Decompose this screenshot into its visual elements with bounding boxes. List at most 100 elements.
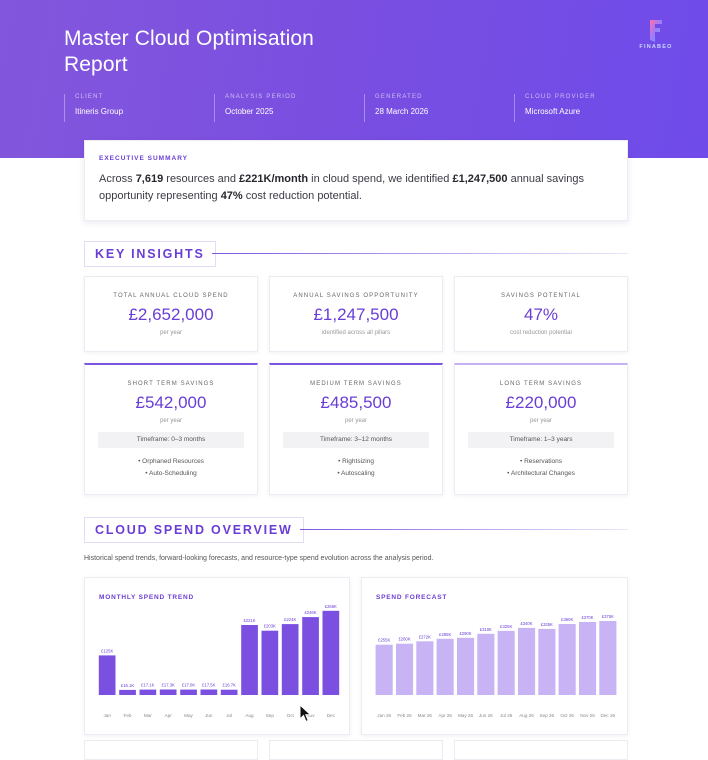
meta-label: CLIENT	[75, 94, 104, 100]
card-label: SAVINGS POTENTIAL	[501, 293, 581, 299]
bar-value-label: £255K	[378, 638, 390, 643]
x-tick-label: Mar 26	[418, 713, 433, 718]
chart-bar	[538, 628, 556, 695]
meta-cloud-provider: CLOUD PROVIDER Microsoft Azure	[514, 94, 664, 122]
x-tick-label: Apr 26	[438, 713, 452, 718]
bar-value-label: £335K	[541, 622, 553, 627]
annual-savings: £1,247,500	[452, 173, 508, 185]
bar-value-label: £17.3K	[162, 683, 175, 688]
chart-bar	[497, 630, 515, 695]
section-title: KEY INSIGHTS	[84, 241, 216, 267]
timeframe-badge: Timeframe: 0–3 months	[98, 432, 244, 448]
monthly-spend: £221K/month	[239, 173, 309, 185]
card-label: TOTAL ANNUAL CLOUD SPEND	[113, 293, 229, 299]
x-tick-label: Jan	[103, 713, 111, 718]
mouse-cursor-icon	[299, 704, 312, 723]
card-subtext: identified across all pillars	[321, 330, 391, 336]
executive-summary-text: Across 7,619 resources and £221K/month i…	[99, 173, 584, 202]
list-item: • Autoscaling	[337, 470, 375, 477]
card-label: LONG TERM SAVINGS	[499, 381, 583, 387]
key-insights-heading: KEY INSIGHTS	[84, 241, 628, 267]
chart-bar	[119, 689, 136, 695]
insight-card-medium-term: MEDIUM TERM SAVINGS £485,500 per year Ti…	[269, 363, 443, 495]
bar-value-label: £325K	[500, 624, 512, 629]
chart-bar	[241, 625, 258, 695]
timeframe-badge: Timeframe: 3–12 months	[283, 432, 429, 448]
bar-value-label: £221K	[243, 618, 255, 623]
chart-bar	[98, 655, 116, 695]
chart-bar	[302, 617, 319, 695]
chart-bar	[139, 689, 157, 695]
meta-label: ANALYSIS PERIOD	[225, 94, 297, 100]
chart-bar	[477, 633, 495, 695]
card-label: SHORT TERM SAVINGS	[127, 381, 215, 387]
bar-value-label: £260K	[398, 637, 410, 642]
chart-bar	[180, 689, 197, 695]
x-tick-label: Jun	[205, 713, 213, 718]
bar-value-label: £17.5K	[202, 683, 215, 688]
x-tick-label: Jun 26	[479, 713, 493, 718]
chart-bar	[599, 621, 617, 695]
card-subtext: cost reduction potential	[510, 330, 572, 336]
brand-name: FINABEO	[639, 44, 673, 50]
x-tick-label: Sep	[266, 713, 275, 718]
chart-bar	[396, 643, 414, 695]
section-divider	[212, 253, 628, 254]
x-tick-label: Mar	[144, 713, 152, 718]
meta-label: GENERATED	[375, 94, 423, 100]
insight-card-long-term: LONG TERM SAVINGS £220,000 per year Time…	[454, 363, 628, 495]
bar-value-label: £203K	[264, 624, 276, 629]
bar-value-label: £17.0K	[182, 683, 195, 688]
x-tick-label: Jul	[226, 713, 232, 718]
card-value: £220,000	[505, 393, 577, 412]
x-tick-label: Aug	[245, 713, 254, 718]
card-label: ANNUAL SAVINGS OPPORTUNITY	[293, 293, 419, 299]
x-tick-label: Jan 26	[377, 713, 391, 718]
card-subtext: per year	[159, 330, 182, 336]
x-tick-label: May	[184, 713, 193, 718]
x-tick-label: Oct	[287, 713, 295, 718]
bar-value-label: £285K	[439, 632, 451, 637]
meta-analysis-period: ANALYSIS PERIOD October 2025	[214, 94, 354, 122]
cloud-spend-overview-heading: CLOUD SPEND OVERVIEW	[84, 517, 628, 543]
card-items: • Reservations • Architectural Changes	[455, 456, 627, 480]
insight-card-savings-opportunity: ANNUAL SAVINGS OPPORTUNITY £1,247,500 id…	[269, 276, 443, 352]
card-value: £1,247,500	[313, 305, 399, 324]
brand-logo: FINABEO	[634, 18, 678, 58]
insight-card-savings-potential: SAVINGS POTENTIAL 47% cost reduction pot…	[454, 276, 628, 352]
meta-value: Microsoft Azure	[525, 107, 581, 116]
card-items: • Rightsizing • Autoscaling	[270, 456, 442, 480]
spend-forecast-chart: SPEND FORECAST £255K Jan 26 £260K Feb 26 £27…	[361, 577, 628, 735]
bar-value-label: £224K	[284, 617, 296, 622]
meta-value: Itineris Group	[75, 107, 124, 116]
partial-card	[454, 740, 628, 760]
finabeo-logo-icon	[650, 20, 662, 42]
bar-value-label: £125K	[101, 648, 113, 653]
card-subtext: per year	[159, 418, 182, 424]
bar-value-label: £246K	[304, 610, 316, 615]
report-title-line2: Report	[64, 53, 128, 76]
bar-value-label: £370K	[581, 615, 593, 620]
meta-generated: GENERATED 28 March 2026	[364, 94, 504, 122]
report-header: Master Cloud Optimisation Report FINABEO…	[0, 0, 708, 158]
x-tick-label: Aug 26	[519, 713, 534, 718]
list-item: • Reservations	[519, 458, 562, 465]
report-title-line1: Master Cloud Optimisation	[64, 27, 314, 50]
bar-value-label: £16.1K	[121, 683, 134, 688]
list-item: • Orphaned Resources	[138, 458, 204, 465]
x-tick-label: Dec	[327, 713, 336, 718]
list-item: • Architectural Changes	[507, 470, 575, 477]
partial-card	[84, 740, 258, 760]
chart-bar	[558, 624, 576, 695]
insight-card-total-spend: TOTAL ANNUAL CLOUD SPEND £2,652,000 per …	[84, 276, 258, 352]
bar-value-label: £310K	[480, 627, 492, 632]
chart-bar	[436, 638, 454, 695]
chart-bar	[159, 689, 177, 695]
x-tick-label: May 26	[458, 713, 474, 718]
section-title: CLOUD SPEND OVERVIEW	[84, 517, 304, 543]
executive-summary-card: EXECUTIVE SUMMARY Across 7,619 resources…	[84, 140, 628, 221]
resource-count: 7,619	[135, 173, 164, 185]
card-label: MEDIUM TERM SAVINGS	[310, 381, 402, 387]
meta-client: CLIENT Itineris Group	[64, 94, 204, 122]
bar-value-label: £17.1K	[141, 683, 154, 688]
